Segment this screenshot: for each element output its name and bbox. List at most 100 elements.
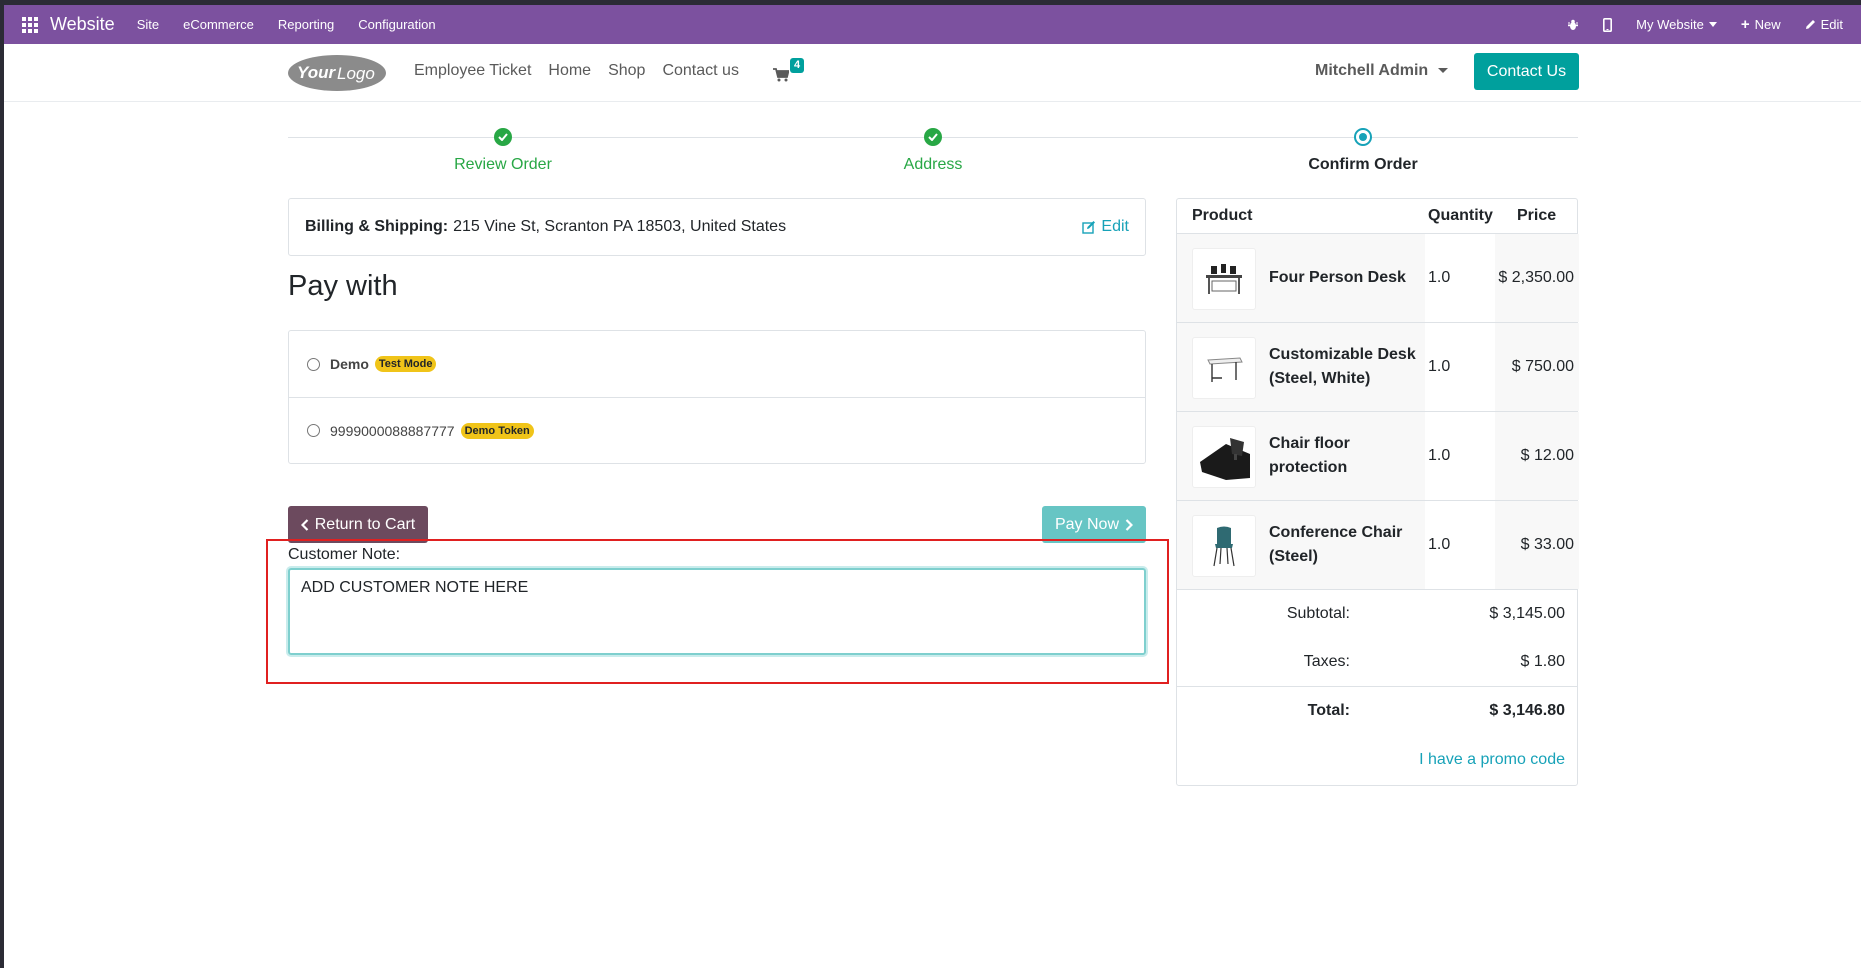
wizard-step-address[interactable]: Address — [833, 128, 1033, 174]
subtotal-label: Subtotal: — [1286, 605, 1350, 622]
chevron-down-icon — [1708, 22, 1717, 27]
edit-button[interactable]: Edit — [1805, 17, 1843, 32]
billing-label: Billing & Shipping: — [305, 218, 449, 235]
desk-white-icon — [1192, 337, 1256, 399]
pay-now-button[interactable]: Pay Now — [1042, 506, 1146, 543]
user-menu[interactable]: Mitchell Admin — [1315, 62, 1449, 80]
customer-note-label: Customer Note: — [288, 546, 401, 563]
svg-text:Your: Your — [297, 63, 336, 82]
product-quantity: 1.0 — [1428, 536, 1451, 553]
promo-code-link[interactable]: I have a promo code — [1419, 751, 1565, 769]
pay-with-heading: Pay with — [288, 270, 398, 302]
new-button[interactable]: + New — [1741, 16, 1781, 33]
wizard-step-confirm-order: Confirm Order — [1263, 128, 1463, 174]
product-quantity: 1.0 — [1428, 447, 1451, 464]
apps-menu-icon[interactable] — [22, 16, 38, 33]
column-quantity: Quantity — [1428, 207, 1493, 224]
main-nav: Employee Ticket Home Shop Contact us — [414, 62, 739, 80]
new-label: New — [1754, 17, 1781, 32]
cart-count-badge: 4 — [790, 58, 805, 73]
menu-reporting[interactable]: Reporting — [278, 17, 334, 32]
mobile-preview-icon[interactable] — [1603, 17, 1613, 32]
cart-button[interactable]: 4 — [768, 58, 808, 88]
total-row: Total: $ 3,146.80 — [1177, 686, 1577, 734]
total-label: Total: — [1307, 702, 1350, 719]
summary-header: Product Quantity Price — [1177, 199, 1577, 234]
return-to-cart-button[interactable]: Return to Cart — [288, 506, 428, 543]
floor-mat-icon — [1192, 426, 1256, 488]
desk-icon — [1192, 248, 1256, 310]
website-switcher-label: My Website — [1636, 17, 1704, 32]
payment-method-name: Demo — [330, 356, 369, 372]
website-switcher[interactable]: My Website — [1636, 17, 1717, 32]
check-circle-icon — [494, 128, 512, 146]
order-line: Four Person Desk 1.0 $ 2,350.00 — [1177, 234, 1579, 323]
svg-text:Logo: Logo — [337, 64, 375, 83]
debug-icon[interactable] — [1567, 19, 1579, 31]
edit-address-link[interactable]: Edit — [1082, 218, 1129, 236]
taxes-label: Taxes: — [1303, 653, 1350, 670]
demo-token-badge: Demo Token — [460, 422, 534, 439]
menu-ecommerce[interactable]: eCommerce — [183, 17, 254, 32]
payment-method-token[interactable]: 9999000088887777 Demo Token — [289, 397, 1145, 463]
logo[interactable]: Your Logo — [287, 51, 388, 94]
payment-methods-list: Demo Test Mode 9999000088887777 Demo Tok… — [288, 330, 1146, 464]
nav-home[interactable]: Home — [548, 62, 591, 80]
step-label: Review Order — [454, 156, 552, 173]
taxes-value: $ 1.80 — [1520, 653, 1565, 670]
nav-shop[interactable]: Shop — [608, 62, 645, 80]
product-price: $ 2,350.00 — [1495, 234, 1579, 322]
chevron-left-icon — [300, 518, 309, 531]
product-price: $ 750.00 — [1495, 323, 1579, 411]
edit-icon — [1082, 221, 1096, 234]
order-line: Conference Chair (Steel) 1.0 $ 33.00 — [1177, 501, 1579, 590]
payment-radio[interactable] — [307, 424, 320, 437]
product-name[interactable]: Four Person Desk — [1262, 234, 1425, 322]
edit-label: Edit — [1820, 17, 1843, 32]
order-summary: Product Quantity Price Four Person Desk … — [1176, 198, 1579, 786]
step-label: Address — [903, 156, 963, 173]
payment-method-demo[interactable]: Demo Test Mode — [289, 331, 1145, 397]
chevron-right-icon — [1125, 518, 1134, 531]
contact-us-button[interactable]: Contact Us — [1474, 53, 1579, 90]
column-product: Product — [1192, 207, 1253, 224]
billing-address: 215 Vine St, Scranton PA 18503, United S… — [453, 218, 787, 235]
order-line: Chair floor protection 1.0 $ 12.00 — [1177, 412, 1579, 501]
product-quantity: 1.0 — [1428, 358, 1451, 375]
caret-down-icon — [1438, 68, 1449, 74]
return-to-cart-label: Return to Cart — [314, 515, 416, 533]
plus-icon: + — [1740, 16, 1750, 33]
cart-icon — [773, 68, 789, 82]
user-name: Mitchell Admin — [1315, 62, 1429, 79]
nav-contact-us[interactable]: Contact us — [662, 62, 738, 80]
subtotal-value: $ 3,145.00 — [1489, 605, 1565, 622]
site-header: Your Logo Employee Ticket Home Shop Cont… — [4, 44, 1861, 102]
step-label: Confirm Order — [1308, 156, 1418, 173]
product-name[interactable]: Chair floor protection — [1262, 412, 1425, 500]
product-name[interactable]: Customizable Desk (Steel, White) — [1262, 323, 1425, 411]
product-price: $ 12.00 — [1495, 412, 1579, 500]
check-circle-icon — [924, 128, 942, 146]
pencil-icon — [1805, 20, 1815, 29]
current-step-icon — [1354, 128, 1372, 146]
payment-radio[interactable] — [307, 357, 320, 371]
menu-site[interactable]: Site — [137, 17, 159, 32]
product-name[interactable]: Conference Chair (Steel) — [1262, 501, 1425, 589]
menu-configuration[interactable]: Configuration — [358, 17, 435, 32]
billing-shipping-box: Billing & Shipping: 215 Vine St, Scranto… — [288, 198, 1146, 256]
window-frame-left — [0, 0, 4, 968]
wizard-step-review-order[interactable]: Review Order — [403, 128, 603, 174]
topbar-brand[interactable]: Website — [50, 14, 115, 35]
chair-icon — [1192, 515, 1256, 577]
edit-label: Edit — [1101, 218, 1129, 235]
pay-now-label: Pay Now — [1054, 515, 1120, 533]
order-line: Customizable Desk (Steel, White) 1.0 $ 7… — [1177, 323, 1579, 412]
admin-topbar: Website Site eCommerce Reporting Configu… — [4, 5, 1861, 44]
topbar-actions: My Website + New Edit — [1567, 16, 1861, 33]
customer-note-textarea[interactable]: ADD CUSTOMER NOTE HERE — [288, 568, 1146, 655]
nav-employee-ticket[interactable]: Employee Ticket — [414, 62, 531, 80]
total-value: $ 3,146.80 — [1489, 702, 1565, 719]
column-price: Price — [1517, 207, 1557, 224]
product-price: $ 33.00 — [1495, 501, 1579, 589]
taxes-row: Taxes: $ 1.80 — [1177, 638, 1577, 686]
